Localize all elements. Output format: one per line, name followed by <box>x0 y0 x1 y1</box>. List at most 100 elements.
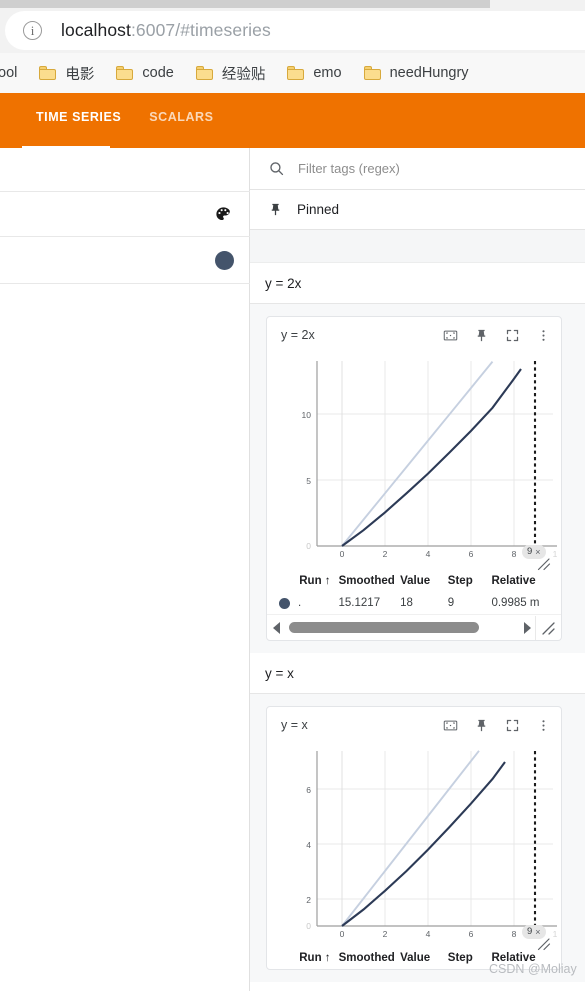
omnibox-row: i localhost:6007/#timeseries <box>0 8 585 53</box>
cell-smoothed: 15.1217 <box>338 597 381 609</box>
tab-scalars[interactable]: SCALARS <box>135 109 227 148</box>
folder-icon <box>39 66 57 80</box>
column-header-smoothed[interactable]: Smoothed <box>339 952 401 964</box>
tab-time-series[interactable]: TIME SERIES <box>22 109 135 148</box>
settings-row-palette[interactable] <box>0 192 250 237</box>
svg-text:1: 1 <box>553 549 558 559</box>
bookmark-item-experience[interactable]: 经验贴 <box>195 63 265 84</box>
cell-value: 18 <box>400 597 413 609</box>
overflow-menu-icon[interactable] <box>536 718 551 733</box>
svg-text:2: 2 <box>383 549 388 559</box>
scroll-right-arrow-icon[interactable] <box>519 621 535 635</box>
site-info-icon[interactable]: i <box>23 21 42 40</box>
bookmark-item-needhungry[interactable]: needHungry <box>363 65 469 81</box>
folder-icon <box>363 66 381 80</box>
chart-data-table-y2x: Run ↑ Smoothed Value Step Relative . 15.… <box>267 566 561 614</box>
pinned-label: Pinned <box>297 202 340 217</box>
timeseries-dashboard: Pinned y = 2x y = 2x <box>250 148 585 991</box>
bookmark-label: code <box>142 65 174 81</box>
tag-filter-input[interactable] <box>298 161 538 176</box>
bookmark-item-emo[interactable]: emo <box>287 65 342 81</box>
svg-text:8: 8 <box>512 549 517 559</box>
column-header-smoothed[interactable]: Smoothed <box>339 575 401 587</box>
chart-plot-area-y2x[interactable]: 10 5 0 0 2 4 6 8 1 9 × <box>267 353 561 571</box>
svg-text:6: 6 <box>469 549 474 559</box>
fullscreen-icon[interactable] <box>505 328 520 343</box>
card-resize-corner[interactable] <box>535 615 559 640</box>
overflow-menu-icon[interactable] <box>536 328 551 343</box>
column-header-run[interactable]: Run ↑ <box>267 575 339 587</box>
bookmark-label: 电影 <box>65 66 95 83</box>
chart-action-group <box>443 718 551 733</box>
column-header-value[interactable]: Value <box>400 952 448 964</box>
step-badge-value: 9 <box>527 926 533 937</box>
folder-icon <box>195 66 213 80</box>
close-icon[interactable]: × <box>535 547 540 557</box>
chart-card-header: y = 2x <box>267 317 561 353</box>
pin-icon <box>268 201 283 218</box>
chart-resize-grip-icon[interactable] <box>537 557 551 571</box>
svg-text:0: 0 <box>340 549 345 559</box>
bookmark-label: tool <box>0 65 18 81</box>
bookmark-label: needHungry <box>389 65 469 81</box>
svg-text:10: 10 <box>302 410 312 420</box>
tag-group-header-y2x[interactable]: y = 2x <box>250 263 585 304</box>
svg-text:6: 6 <box>469 929 474 939</box>
svg-text:2: 2 <box>383 929 388 939</box>
tag-group-body-y2x: y = 2x 10 5 0 0 2 4 6 8 1 9 × Run ↑ Smoo… <box>250 304 585 653</box>
chart-data-table-yx: Run ↑ Smoothed Value Step Relative <box>267 943 561 969</box>
svg-text:8: 8 <box>512 929 517 939</box>
table-horizontal-scrollbar[interactable] <box>267 614 561 640</box>
column-header-run[interactable]: Run ↑ <box>267 952 339 964</box>
tag-group-body-yx: y = x 6 4 2 0 0 2 4 6 8 1 9 × Run ↑ Smoo… <box>250 694 585 982</box>
search-icon <box>268 160 285 177</box>
address-bar[interactable]: i localhost:6007/#timeseries <box>5 11 585 50</box>
chart-resize-grip-icon[interactable] <box>537 937 551 951</box>
run-color-swatch[interactable] <box>215 250 234 270</box>
table-header-row: Run ↑ Smoothed Value Step Relative <box>267 947 561 969</box>
browser-tab-strip <box>0 0 585 8</box>
table-row[interactable]: . 15.1217 18 9 0.9985 m <box>267 592 561 614</box>
svg-text:5: 5 <box>306 476 311 486</box>
column-header-relative[interactable]: Relative <box>491 575 561 587</box>
pinned-section-header[interactable]: Pinned <box>250 190 585 230</box>
tensorboard-header: TIME SERIES SCALARS <box>0 93 585 148</box>
column-header-relative[interactable]: Relative <box>491 952 561 964</box>
chart-title: y = x <box>281 718 308 732</box>
settings-row-run-color[interactable] <box>0 237 250 284</box>
chart-card-yx: y = x 6 4 2 0 0 2 4 6 8 1 9 × Run ↑ Smoo… <box>266 706 562 970</box>
palette-icon[interactable] <box>213 205 234 224</box>
scroll-left-arrow-icon[interactable] <box>269 621 285 635</box>
column-header-value[interactable]: Value <box>400 575 448 587</box>
run-color-swatch[interactable] <box>279 597 290 609</box>
svg-text:0: 0 <box>306 921 311 931</box>
scrollbar-track[interactable] <box>285 621 519 634</box>
column-header-step[interactable]: Step <box>448 952 492 964</box>
settings-row-1[interactable] <box>0 148 250 192</box>
fit-to-domain-icon[interactable] <box>443 718 458 733</box>
close-icon[interactable]: × <box>535 927 540 937</box>
settings-row-4[interactable] <box>0 284 250 328</box>
pin-icon[interactable] <box>474 328 489 343</box>
run-cell: . <box>267 597 339 609</box>
table-header-row: Run ↑ Smoothed Value Step Relative <box>267 570 561 592</box>
scrollbar-thumb[interactable] <box>289 622 479 633</box>
bookmark-item-code[interactable]: code <box>116 65 174 81</box>
chart-plot-area-yx[interactable]: 6 4 2 0 0 2 4 6 8 1 9 × <box>267 743 561 951</box>
runs-settings-panel <box>0 148 250 991</box>
chart-action-group <box>443 328 551 343</box>
tag-filter-row <box>250 148 585 190</box>
fullscreen-icon[interactable] <box>505 718 520 733</box>
tag-group-header-yx[interactable]: y = x <box>250 653 585 694</box>
column-header-step[interactable]: Step <box>448 575 492 587</box>
bookmark-item-tool[interactable]: tool <box>0 65 17 81</box>
bookmark-item-movies[interactable]: 电影 <box>39 63 94 84</box>
svg-text:1: 1 <box>553 929 558 939</box>
run-name: . <box>298 597 302 609</box>
fit-to-domain-icon[interactable] <box>443 328 458 343</box>
svg-text:2: 2 <box>306 895 311 905</box>
chart-card-y2x: y = 2x 10 5 0 0 2 4 6 8 1 9 × Run ↑ Smoo… <box>266 316 562 641</box>
dashboard-tabs: TIME SERIES SCALARS <box>22 109 228 148</box>
pin-icon[interactable] <box>474 718 489 733</box>
pinned-empty-area <box>250 230 585 263</box>
